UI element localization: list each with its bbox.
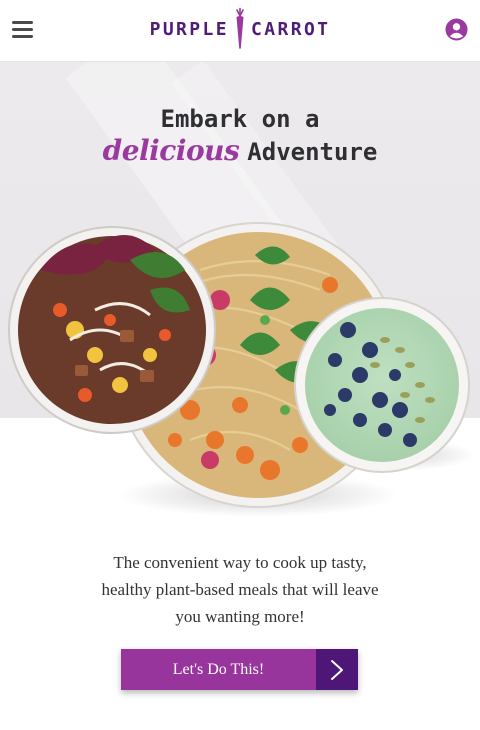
hero-food-image (8, 222, 475, 517)
headline-rest-word: Adventure (247, 138, 378, 166)
cta-label[interactable]: Let's Do This! (121, 649, 316, 690)
logo-word-right: CARROT (251, 18, 331, 40)
site-header: PURPLE CARROT (0, 0, 480, 62)
chevron-right-icon[interactable] (316, 649, 358, 690)
purple-carrot-logo[interactable]: PURPLE CARROT (140, 8, 340, 50)
carrot-logo-icon (236, 8, 244, 49)
headline-script-word: delicious (102, 134, 240, 167)
hamburger-menu-icon[interactable] (12, 20, 33, 40)
hero-tagline: The convenient way to cook up tasty, hea… (101, 553, 379, 626)
headline-line-two: delicious Adventure (0, 132, 480, 169)
lets-do-this-button[interactable]: Let's Do This! (121, 649, 358, 690)
logo-word-left: PURPLE (149, 18, 229, 40)
hero-headline: Embark on a delicious Adventure (0, 104, 480, 169)
headline-line-one: Embark on a (160, 105, 320, 133)
user-account-icon[interactable] (445, 18, 468, 41)
